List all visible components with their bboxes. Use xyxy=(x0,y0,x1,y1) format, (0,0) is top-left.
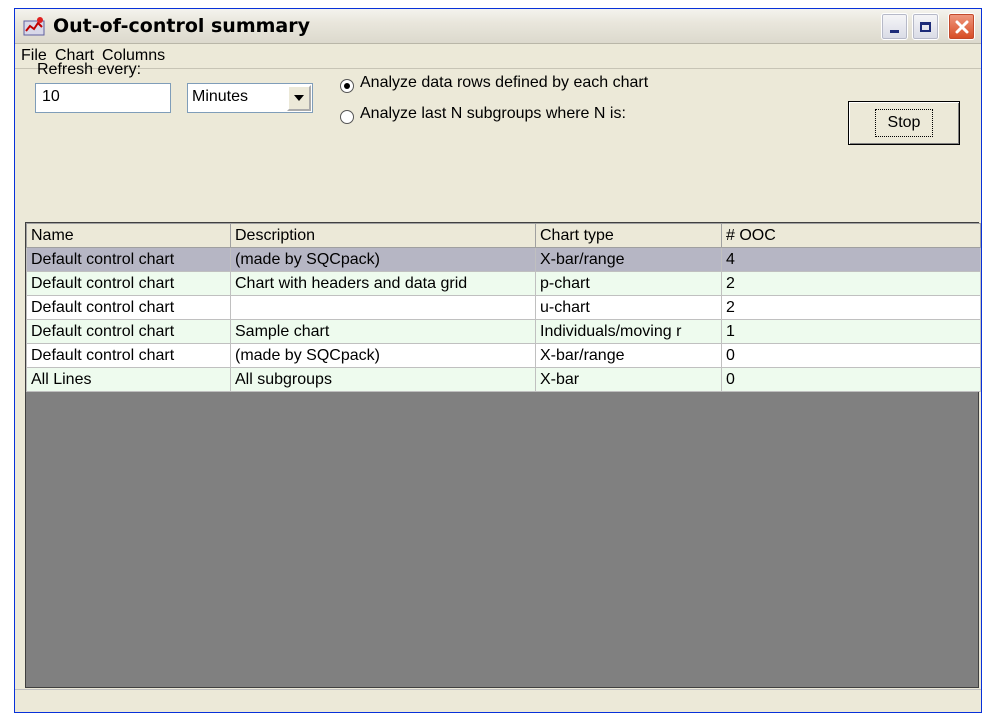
menu-bar: File Chart Columns xyxy=(15,44,981,69)
col-header-ooc[interactable]: # OOC xyxy=(721,223,981,248)
summary-grid[interactable]: Name Description Chart type # OOC Defaul… xyxy=(25,222,981,688)
cell-chart-type: X-bar xyxy=(535,367,722,392)
table-row[interactable]: Default control chart u-chart 2 xyxy=(26,295,981,320)
window-title: Out-of-control summary xyxy=(53,15,311,37)
cell-description: All subgroups xyxy=(230,367,536,392)
app-icon xyxy=(23,17,45,36)
cell-ooc: 0 xyxy=(721,367,981,392)
refresh-label: Refresh every: xyxy=(37,61,142,78)
table-row[interactable]: All Lines All subgroups X-bar 0 xyxy=(26,367,981,392)
radio-rows-defined[interactable] xyxy=(340,79,354,93)
cell-ooc: 0 xyxy=(721,343,981,368)
dropdown-arrow-button[interactable] xyxy=(287,85,311,111)
cell-name: Default control chart xyxy=(26,343,231,368)
refresh-unit-value: Minutes xyxy=(192,88,249,105)
header-row: Name Description Chart type # OOC xyxy=(26,223,981,248)
table-row[interactable]: Default control chart (made by SQCpack) … xyxy=(26,247,981,272)
chevron-down-icon xyxy=(294,95,304,101)
col-header-chart-type[interactable]: Chart type xyxy=(535,223,722,248)
out-of-control-window: Out-of-control summary File Chart Column… xyxy=(14,8,982,713)
cell-description: (made by SQCpack) xyxy=(230,247,536,272)
cell-chart-type: X-bar/range xyxy=(535,247,722,272)
col-header-name[interactable]: Name xyxy=(26,223,231,248)
cell-chart-type: p-chart xyxy=(535,271,722,296)
cell-description: (made by SQCpack) xyxy=(230,343,536,368)
minimize-button[interactable] xyxy=(881,13,908,40)
stop-button[interactable]: Stop xyxy=(848,101,960,145)
maximize-icon xyxy=(920,21,931,32)
cell-name: Default control chart xyxy=(26,319,231,344)
col-header-description[interactable]: Description xyxy=(230,223,536,248)
cell-description: Chart with headers and data grid xyxy=(230,271,536,296)
title-bar[interactable]: Out-of-control summary xyxy=(15,9,981,44)
close-icon xyxy=(955,20,968,33)
cell-ooc: 4 xyxy=(721,247,981,272)
stop-button-label: Stop xyxy=(874,109,934,137)
cell-chart-type: X-bar/range xyxy=(535,343,722,368)
cell-description: Sample chart xyxy=(230,319,536,344)
cell-chart-type: Individuals/moving r xyxy=(535,319,722,344)
cell-chart-type: u-chart xyxy=(535,295,722,320)
table-row[interactable]: Default control chart (made by SQCpack) … xyxy=(26,343,981,368)
radio-last-n-label[interactable]: Analyze last N subgroups where N is: xyxy=(360,105,626,123)
close-button[interactable] xyxy=(948,13,975,40)
cell-ooc: 1 xyxy=(721,319,981,344)
cell-description xyxy=(230,295,536,320)
cell-ooc: 2 xyxy=(721,271,981,296)
minimize-icon xyxy=(890,30,899,33)
cell-name: Default control chart xyxy=(26,295,231,320)
summary-table: Name Description Chart type # OOC Defaul… xyxy=(26,223,981,392)
radio-last-n[interactable] xyxy=(340,110,354,124)
cell-name: All Lines xyxy=(26,367,231,392)
status-bar xyxy=(15,689,981,712)
table-row[interactable]: Default control chart Sample chart Indiv… xyxy=(26,319,981,344)
maximize-button[interactable] xyxy=(912,13,939,40)
refresh-unit-select[interactable]: Minutes xyxy=(187,83,313,113)
table-row[interactable]: Default control chart Chart with headers… xyxy=(26,271,981,296)
refresh-interval-input[interactable]: 10 xyxy=(35,83,171,113)
cell-name: Default control chart xyxy=(26,247,231,272)
cell-name: Default control chart xyxy=(26,271,231,296)
radio-rows-defined-label[interactable]: Analyze data rows defined by each chart xyxy=(360,74,648,92)
cell-ooc: 2 xyxy=(721,295,981,320)
